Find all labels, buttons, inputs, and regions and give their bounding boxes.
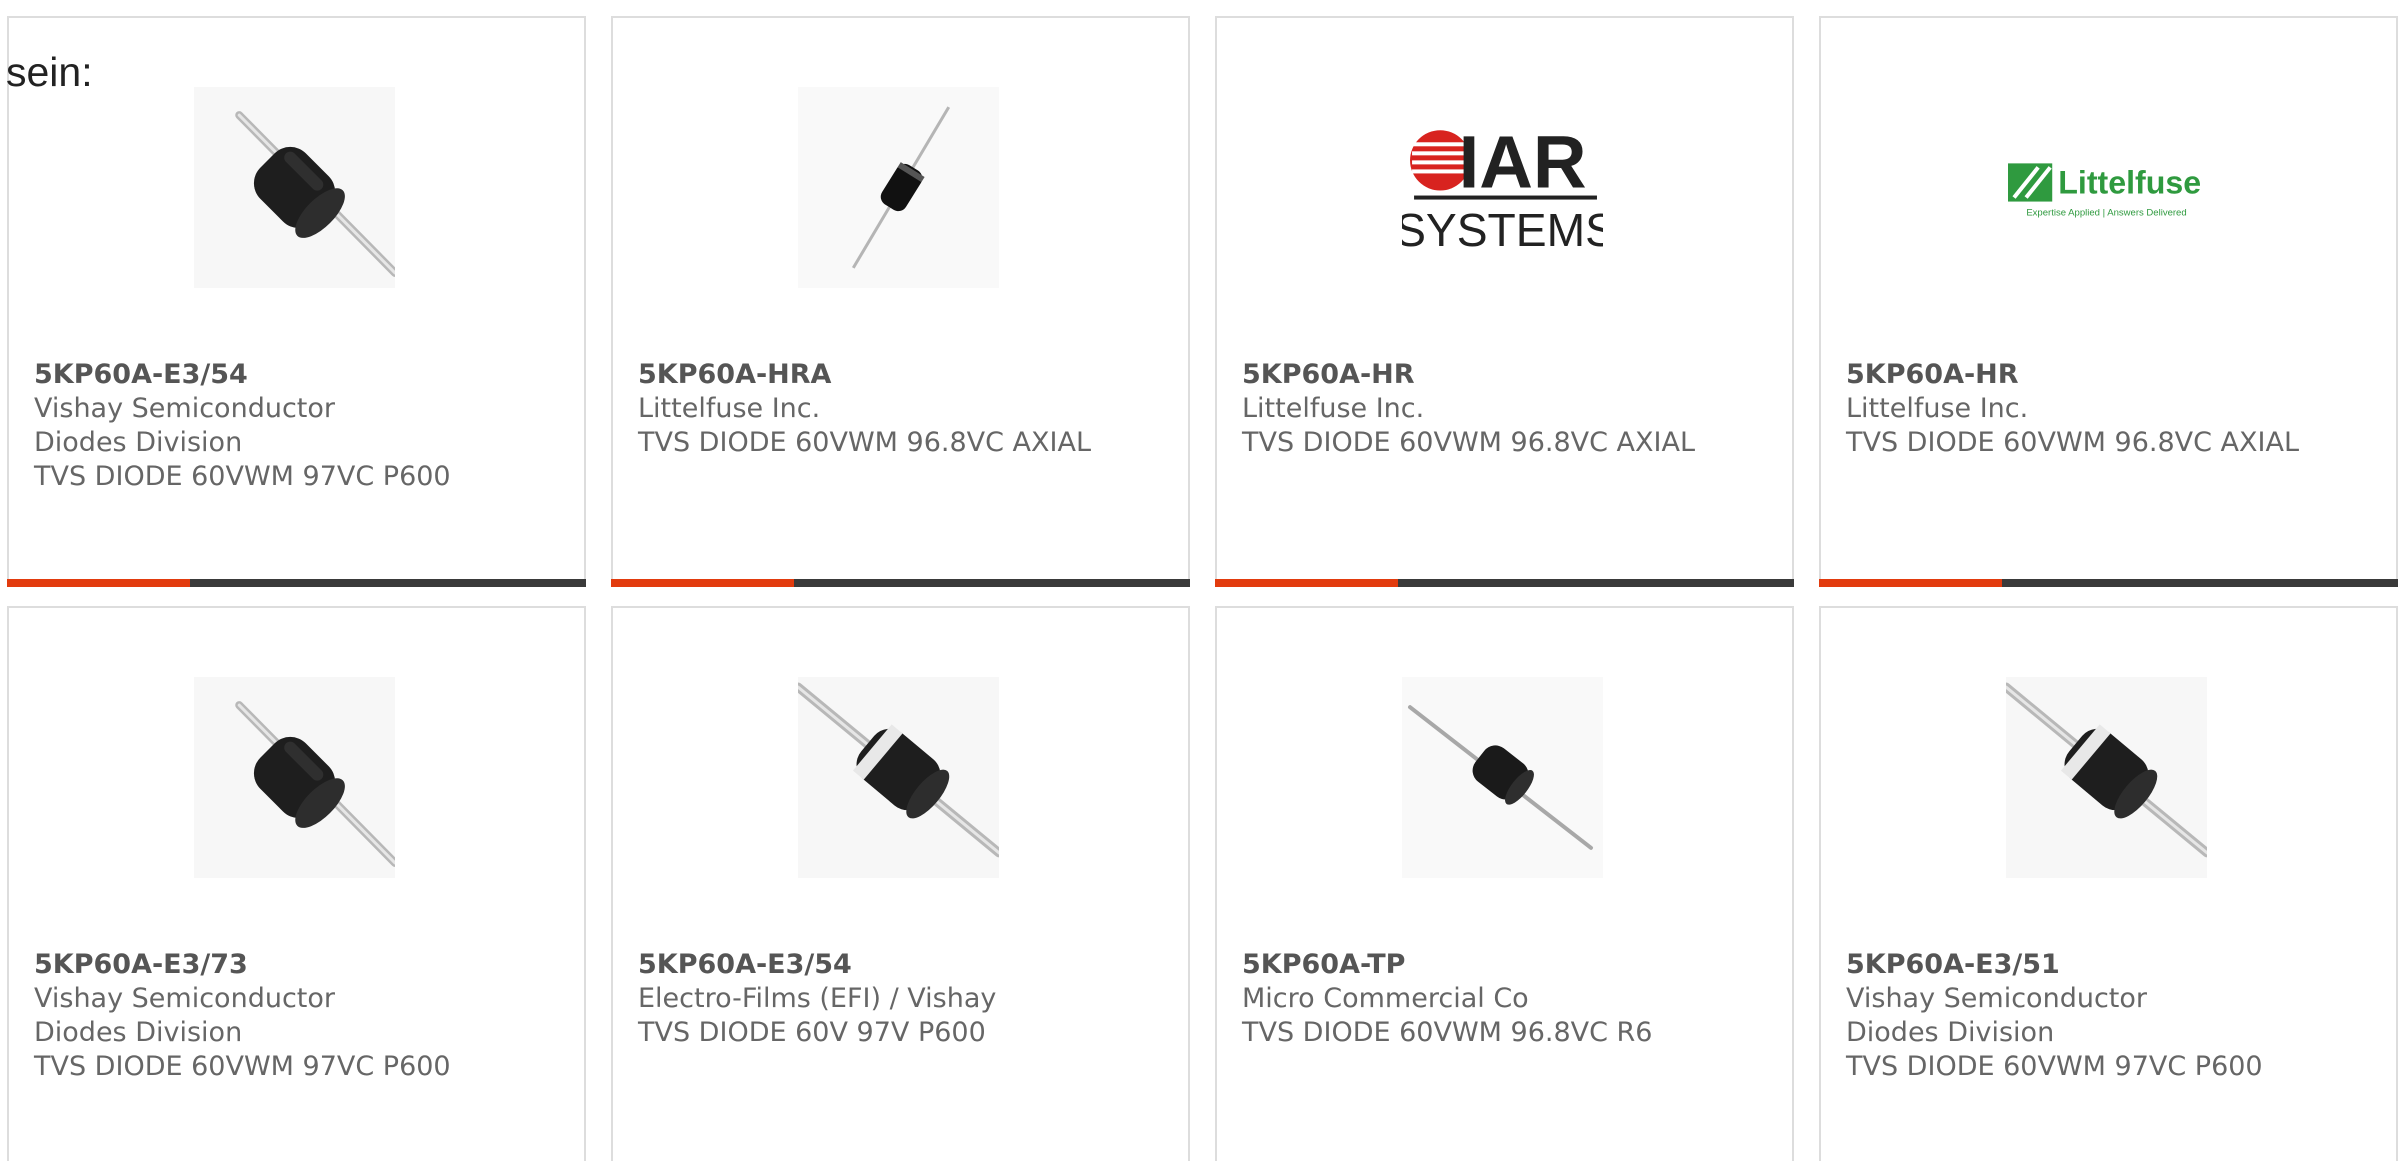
description: TVS DIODE 60V 97V P600: [638, 1017, 986, 1048]
product-card[interactable]: 5KP60A-HRA Littelfuse Inc. TVS DIODE 60V…: [611, 16, 1190, 587]
product-card[interactable]: 5KP60A-E3/54 Vishay Semiconductor Diodes…: [7, 16, 586, 587]
description: TVS DIODE 60VWM 96.8VC AXIAL: [1242, 427, 1695, 458]
product-card[interactable]: 5KP60A-E3/51 Vishay Semiconductor Diodes…: [1819, 606, 2398, 1161]
description: TVS DIODE 60VWM 96.8VC R6: [1242, 1017, 1653, 1048]
diode-p600-icon: [194, 87, 395, 288]
part-number-link[interactable]: 5KP60A-E3/54: [34, 358, 564, 392]
product-info: 5KP60A-TP Micro Commercial Co TVS DIODE …: [1242, 948, 1772, 1050]
manufacturer: Vishay Semiconductor Diodes Division: [34, 393, 335, 458]
littelfuse-logo: Littelfuse Expertise Applied | Answers D…: [2006, 87, 2207, 288]
description: TVS DIODE 60VWM 96.8VC AXIAL: [638, 427, 1091, 458]
manufacturer: Littelfuse Inc.: [638, 393, 821, 424]
diode-banded-icon: [2006, 677, 2207, 878]
description: TVS DIODE 60VWM 97VC P600: [34, 461, 451, 492]
part-number-link[interactable]: 5KP60A-E3/73: [34, 948, 564, 982]
intro-text: sein:: [6, 49, 93, 95]
product-card[interactable]: 5KP60A-E3/73 Vishay Semiconductor Diodes…: [7, 606, 586, 1161]
product-info: 5KP60A-E3/51 Vishay Semiconductor Diodes…: [1846, 948, 2376, 1084]
manufacturer: Littelfuse Inc.: [1846, 393, 2029, 424]
logo-text-bottom: SYSTEMS: [1402, 204, 1603, 256]
diode-banded-icon: [798, 677, 999, 878]
product-card[interactable]: IAR SYSTEMS 5KP60A-HR Littelfuse Inc. TV…: [1215, 16, 1794, 587]
card-bottom-bar: [1819, 579, 2398, 587]
description: TVS DIODE 60VWM 97VC P600: [1846, 1051, 2263, 1082]
iar-systems-logo: IAR SYSTEMS: [1402, 87, 1603, 288]
diode-p600-icon: [194, 677, 395, 878]
card-bottom-bar: [1215, 579, 1794, 587]
manufacturer: Vishay Semiconductor Diodes Division: [34, 983, 335, 1048]
product-info: 5KP60A-E3/73 Vishay Semiconductor Diodes…: [34, 948, 564, 1084]
part-number-link[interactable]: 5KP60A-E3/54: [638, 948, 1168, 982]
part-number-link[interactable]: 5KP60A-HR: [1846, 358, 2376, 392]
product-grid-page: sein: 5KP60A-E3/54 Vishay Semiconductor …: [0, 0, 2400, 1161]
product-card[interactable]: 5KP60A-TP Micro Commercial Co TVS DIODE …: [1215, 606, 1794, 1161]
logo-text-top: IAR: [1459, 121, 1587, 204]
logo-tagline: Expertise Applied | Answers Delivered: [2026, 208, 2186, 219]
card-bottom-bar: [611, 579, 1190, 587]
description: TVS DIODE 60VWM 96.8VC AXIAL: [1846, 427, 2299, 458]
product-info: 5KP60A-E3/54 Electro-Films (EFI) / Visha…: [638, 948, 1168, 1050]
card-accent-bar: [1215, 579, 1398, 587]
manufacturer: Vishay Semiconductor Diodes Division: [1846, 983, 2147, 1048]
manufacturer: Micro Commercial Co: [1242, 983, 1529, 1014]
part-number-link[interactable]: 5KP60A-HRA: [638, 358, 1168, 392]
card-bottom-bar: [7, 579, 586, 587]
card-accent-bar: [7, 579, 190, 587]
manufacturer: Electro-Films (EFI) / Vishay: [638, 983, 997, 1014]
diode-r6-icon: [1402, 677, 1603, 878]
product-info: 5KP60A-E3/54 Vishay Semiconductor Diodes…: [34, 358, 564, 494]
part-number-link[interactable]: 5KP60A-TP: [1242, 948, 1772, 982]
manufacturer: Littelfuse Inc.: [1242, 393, 1425, 424]
logo-text: Littelfuse: [2058, 165, 2201, 201]
part-number-link[interactable]: 5KP60A-HR: [1242, 358, 1772, 392]
product-card[interactable]: Littelfuse Expertise Applied | Answers D…: [1819, 16, 2398, 587]
product-card[interactable]: 5KP60A-E3/54 Electro-Films (EFI) / Visha…: [611, 606, 1190, 1161]
diode-axial-icon: [798, 87, 999, 288]
description: TVS DIODE 60VWM 97VC P600: [34, 1051, 451, 1082]
product-info: 5KP60A-HR Littelfuse Inc. TVS DIODE 60VW…: [1242, 358, 1772, 460]
card-accent-bar: [1819, 579, 2002, 587]
product-info: 5KP60A-HRA Littelfuse Inc. TVS DIODE 60V…: [638, 358, 1168, 460]
product-info: 5KP60A-HR Littelfuse Inc. TVS DIODE 60VW…: [1846, 358, 2376, 460]
card-accent-bar: [611, 579, 794, 587]
part-number-link[interactable]: 5KP60A-E3/51: [1846, 948, 2376, 982]
